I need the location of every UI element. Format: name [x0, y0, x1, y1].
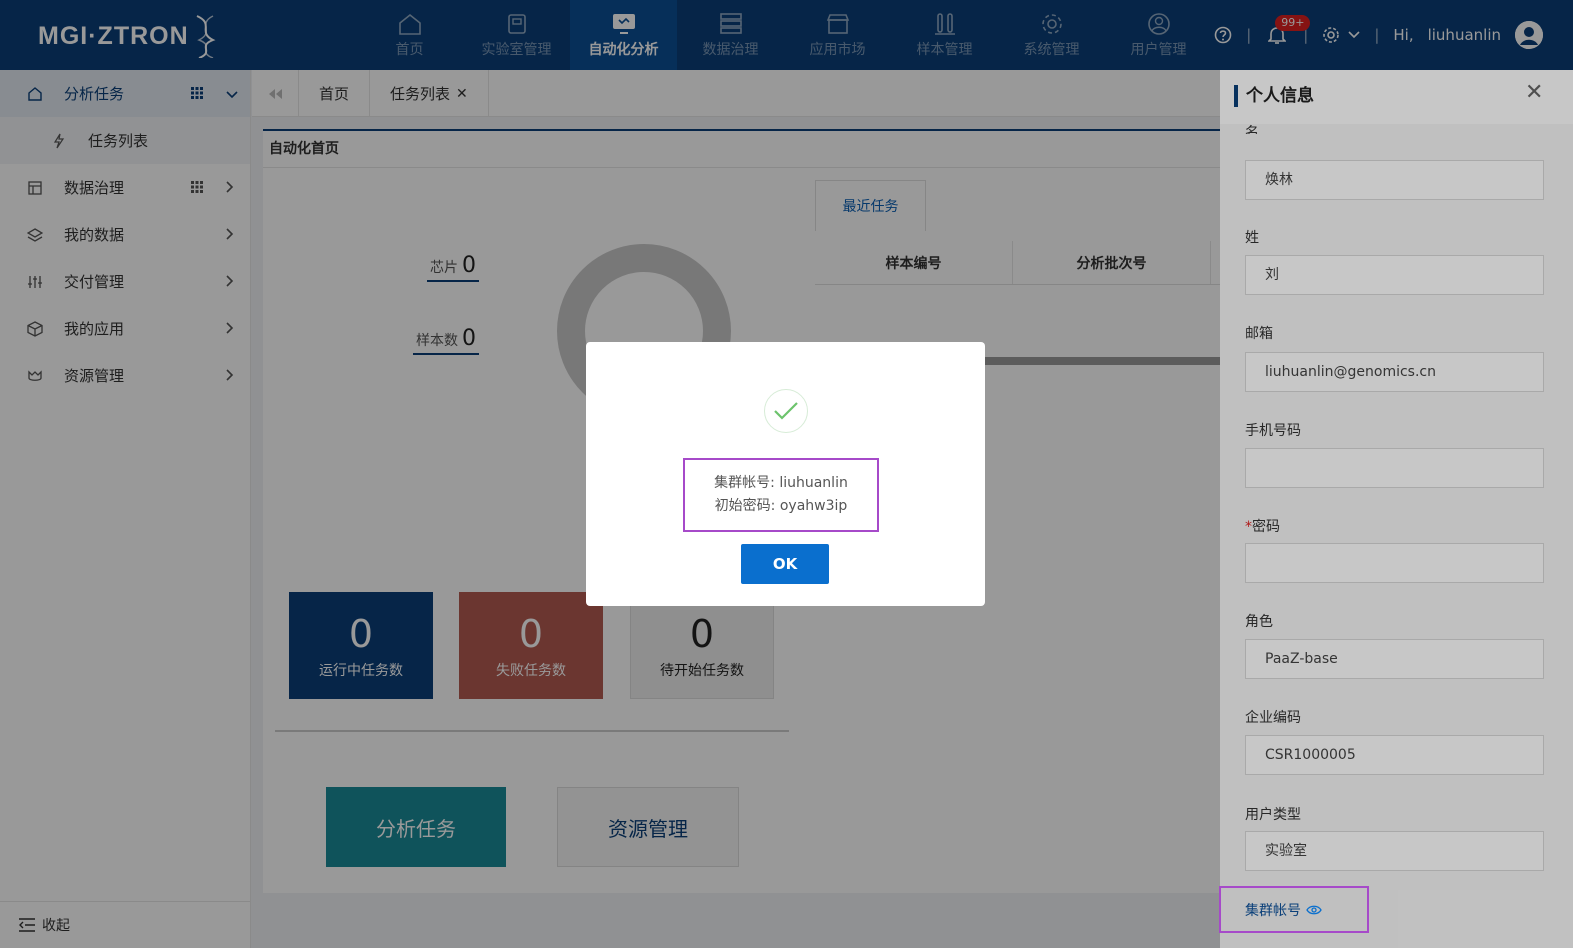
success-dialog: 集群帐号: liuhuanlin 初始密码: oyahw3ip OK	[586, 342, 985, 606]
success-check-icon	[764, 389, 808, 433]
account-info-message: 集群帐号: liuhuanlin 初始密码: oyahw3ip	[683, 458, 879, 532]
cluster-account-text: 集群帐号: liuhuanlin	[714, 475, 848, 491]
ok-button[interactable]: OK	[741, 544, 829, 584]
initial-password-text: 初始密码: oyahw3ip	[714, 498, 848, 514]
panel-dim	[1220, 70, 1573, 948]
highlight-box	[1219, 886, 1369, 933]
